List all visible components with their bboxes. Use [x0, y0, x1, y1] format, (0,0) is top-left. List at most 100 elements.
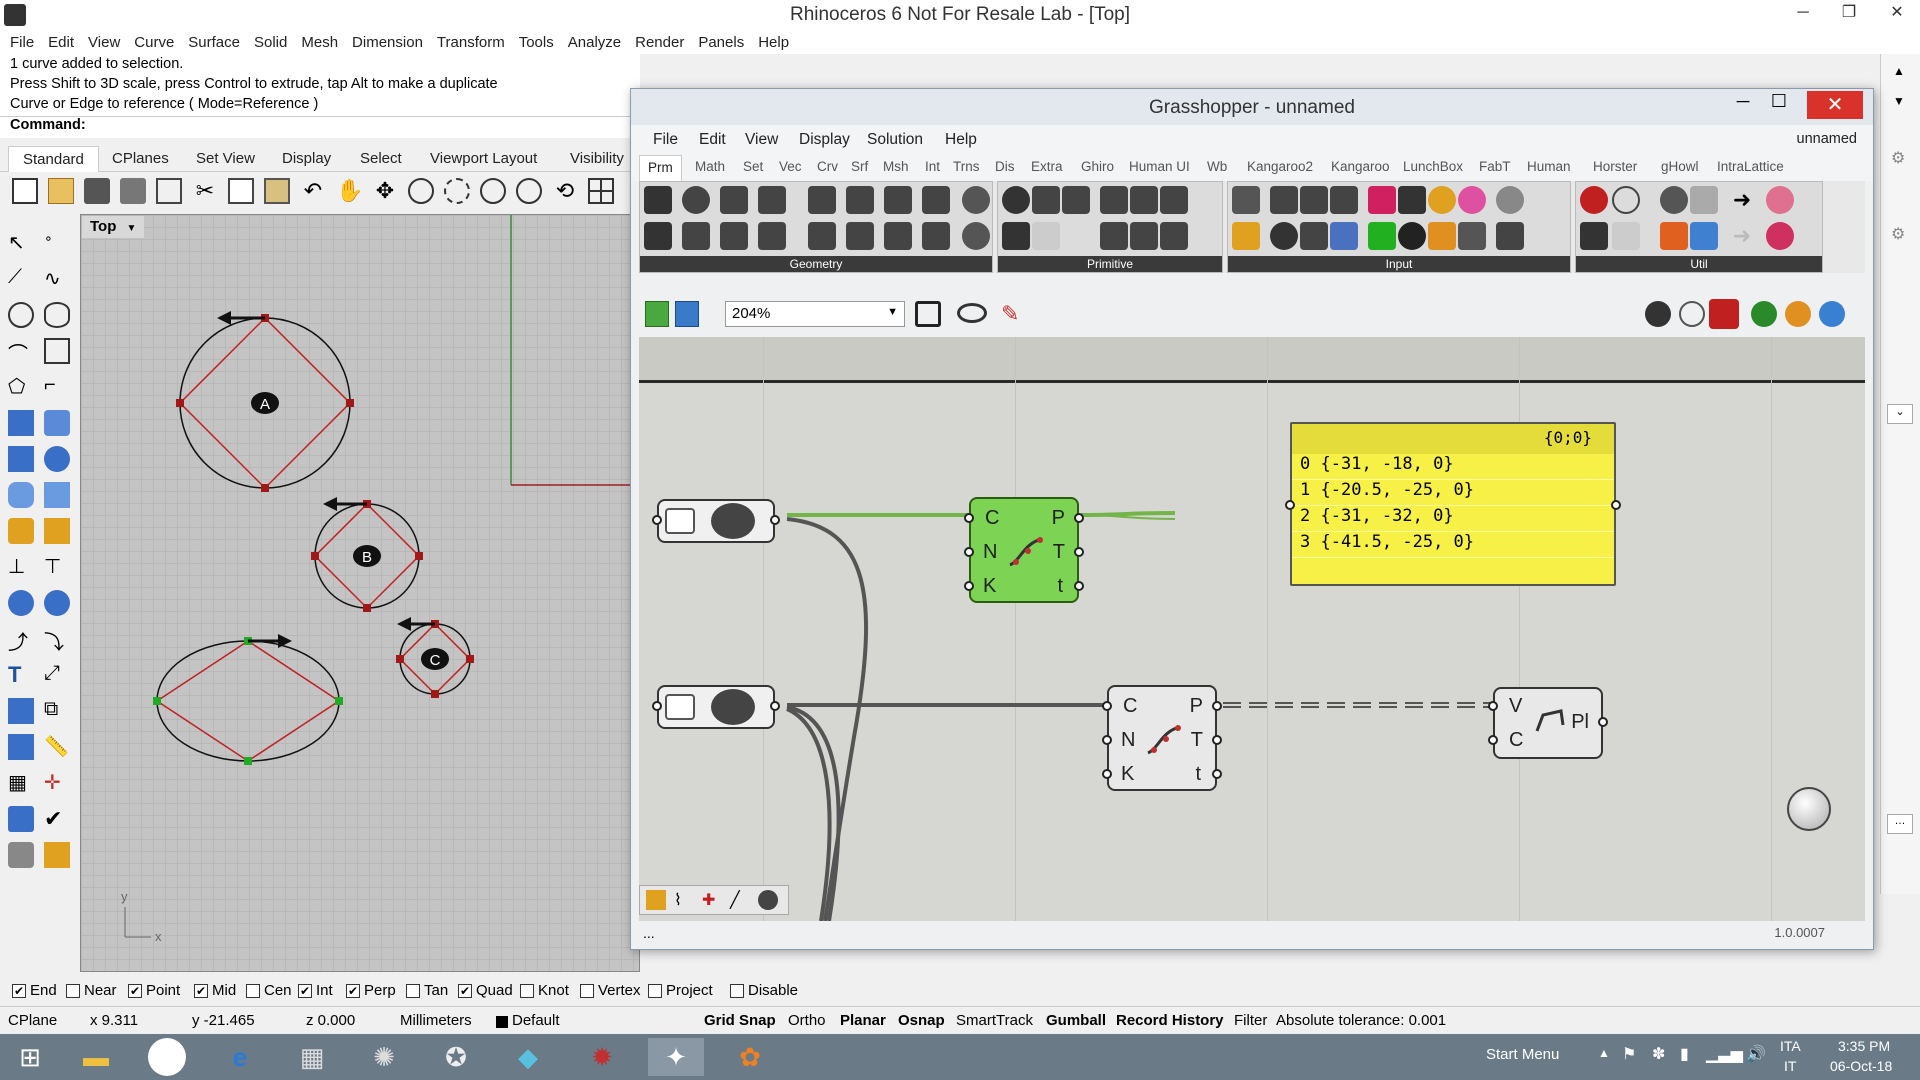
polyline-component-bottom[interactable]: V C Pl — [1488, 687, 1608, 759]
chevron-up-icon[interactable]: ▲ — [1598, 1046, 1610, 1060]
checkbox[interactable] — [66, 984, 80, 999]
osnap-mid[interactable]: ✔ Mid — [194, 982, 236, 999]
menu-analyze[interactable]: Analyze — [568, 34, 621, 51]
menu-dimension[interactable]: Dimension — [352, 34, 423, 51]
integer-param-icon[interactable] — [1032, 186, 1060, 214]
menu-mesh[interactable]: Mesh — [301, 34, 338, 51]
output-port[interactable] — [1212, 735, 1222, 745]
checkbox[interactable]: ✔ — [12, 984, 26, 999]
curve-param-top[interactable] — [652, 499, 780, 543]
open-file-icon[interactable] — [645, 301, 669, 327]
render-material-icon[interactable] — [1785, 301, 1811, 327]
print-icon[interactable] — [120, 178, 146, 204]
app-icon[interactable]: ✪ — [428, 1038, 484, 1076]
gh-tab[interactable]: Srf — [851, 159, 868, 174]
panel-icon[interactable] — [1270, 186, 1298, 214]
gh-menu-edit[interactable]: Edit — [699, 131, 726, 149]
check-icon[interactable]: ✔ — [44, 806, 70, 832]
osnap-quad[interactable]: ✔ Quad — [458, 982, 513, 999]
osnap-cen[interactable]: Cen — [246, 982, 292, 999]
clock-date[interactable]: 06-Oct-18 — [1830, 1058, 1892, 1074]
boolean-param-icon[interactable] — [1002, 186, 1030, 214]
undo-icon[interactable]: ↶ — [300, 178, 326, 204]
osnap-knot[interactable]: Knot — [520, 982, 569, 999]
text-icon[interactable]: T — [8, 662, 34, 688]
checkbox[interactable] — [730, 984, 744, 999]
input-port[interactable] — [964, 513, 974, 523]
culture-param-icon[interactable] — [1160, 186, 1188, 214]
line-tool-icon[interactable]: ╱ — [730, 890, 750, 910]
gear-icon[interactable]: ⚙ — [1891, 148, 1905, 168]
gh-menu-file[interactable]: File — [653, 131, 678, 149]
gh-tab[interactable]: Vec — [779, 159, 802, 174]
material-icon[interactable] — [44, 842, 70, 868]
output-port[interactable] — [770, 701, 780, 711]
checkbox[interactable]: ✔ — [128, 984, 142, 999]
flag-icon[interactable]: ⚑ — [1622, 1044, 1636, 1064]
hops-icon[interactable] — [1766, 186, 1794, 214]
viewport-title[interactable]: Top ▼ — [82, 216, 145, 238]
battery-icon[interactable]: ▮ — [1680, 1044, 1689, 1064]
text-tag-icon[interactable] — [1612, 222, 1640, 250]
gh-close-button[interactable]: ✕ — [1807, 91, 1863, 119]
gh-menu-help[interactable]: Help — [945, 131, 977, 149]
gh-tab[interactable]: Human — [1527, 159, 1571, 174]
explode-icon[interactable] — [44, 590, 70, 616]
open-folder-icon[interactable] — [48, 178, 74, 204]
filter-toggle[interactable]: Filter — [1234, 1012, 1267, 1029]
sphere-icon[interactable] — [44, 446, 70, 472]
minimize-button[interactable]: ─ — [1780, 0, 1826, 26]
mesh-icon[interactable] — [44, 482, 70, 508]
point-icon[interactable]: ∘ — [44, 230, 70, 256]
redraw-icon[interactable]: ⟲ — [552, 178, 578, 204]
transform-param-icon[interactable] — [922, 222, 950, 250]
restore-button[interactable]: ❐ — [1826, 0, 1872, 26]
gh-maximize-button[interactable]: ☐ — [1759, 91, 1799, 112]
notes-icon[interactable]: ◆ — [500, 1038, 556, 1076]
zoom-selected-icon[interactable] — [516, 178, 542, 204]
checkbox[interactable]: ✔ — [346, 984, 360, 999]
curve-tool-icon[interactable] — [758, 890, 778, 910]
zoom-icon[interactable] — [408, 178, 434, 204]
chevron-down-icon[interactable]: ⌄ — [1887, 404, 1913, 424]
tab-cplanes[interactable]: CPlanes — [112, 150, 169, 167]
menu-render[interactable]: Render — [635, 34, 684, 51]
polygon-icon[interactable]: ⬠ — [8, 374, 34, 400]
light-icon[interactable] — [8, 518, 34, 544]
ruler-icon[interactable]: 📏 — [44, 734, 70, 760]
volume-icon[interactable]: 🔊 — [1746, 1044, 1766, 1064]
export-icon[interactable] — [156, 178, 182, 204]
mesh-settings-icon[interactable] — [1819, 301, 1845, 327]
gh-tab[interactable]: Extra — [1031, 159, 1063, 174]
gh-tab[interactable]: LunchBox — [1403, 159, 1463, 174]
import-icon[interactable] — [1232, 186, 1260, 214]
divide-curve-top[interactable]: C N K P T t — [964, 497, 1084, 603]
gh-tab[interactable]: IntraLattice — [1717, 159, 1784, 174]
input-port[interactable] — [1102, 769, 1112, 779]
menu-curve[interactable]: Curve — [134, 34, 174, 51]
keyboard-layout[interactable]: IT — [1784, 1058, 1796, 1074]
knob-icon[interactable] — [1270, 222, 1298, 250]
osnap-vertex[interactable]: Vertex — [580, 982, 641, 999]
box-icon[interactable] — [8, 446, 34, 472]
gh-tab[interactable]: Set — [743, 159, 763, 174]
gh-tab[interactable]: Crv — [817, 159, 838, 174]
preview-selected-icon[interactable] — [1709, 299, 1739, 329]
app-icon[interactable]: ✹ — [574, 1038, 630, 1076]
zoom-dropdown[interactable]: 204% ▼ — [725, 301, 905, 327]
matrix-param-icon[interactable] — [1160, 222, 1188, 250]
clock-icon[interactable] — [1428, 186, 1456, 214]
file-explorer-icon[interactable]: ▬ — [68, 1038, 124, 1076]
gh-tab[interactable]: Msh — [883, 159, 909, 174]
checkbox[interactable] — [246, 984, 260, 999]
zoom-window-icon[interactable] — [444, 178, 470, 204]
save-file-icon[interactable] — [675, 301, 699, 327]
curve-icon[interactable]: ∿ — [44, 266, 70, 292]
twisted-box-icon[interactable] — [846, 222, 874, 250]
gh-tab[interactable]: gHowl — [1661, 159, 1699, 174]
chevron-down-icon[interactable]: ▼ — [127, 223, 137, 234]
block-icon[interactable] — [8, 842, 34, 868]
smarttrack-toggle[interactable]: SmartTrack — [956, 1012, 1033, 1029]
sketch-icon[interactable] — [646, 890, 666, 910]
grid-snap-toggle[interactable]: Grid Snap — [704, 1012, 776, 1029]
